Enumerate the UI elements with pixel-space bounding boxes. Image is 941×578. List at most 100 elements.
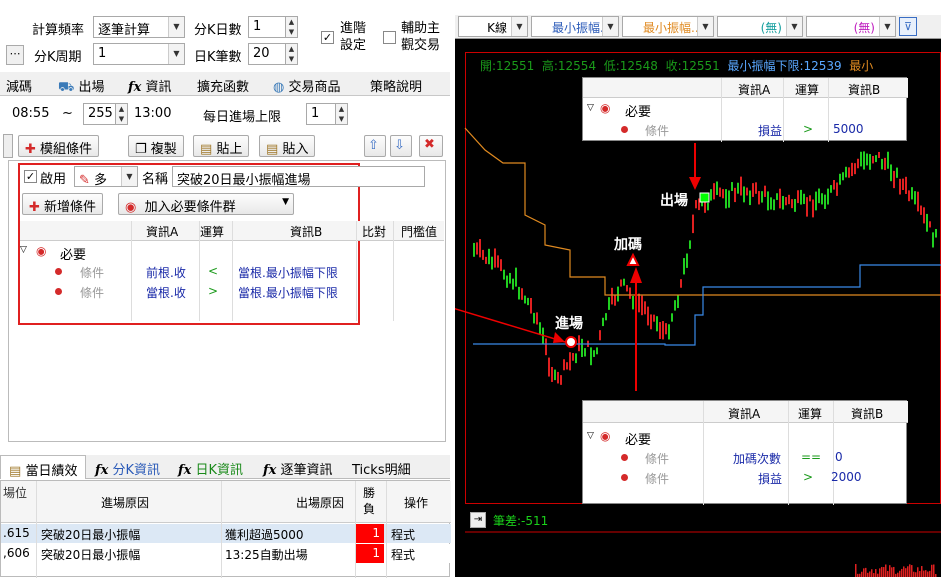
candle xyxy=(854,163,856,175)
direction-select[interactable]: ✎ 多 ▼ xyxy=(74,166,138,187)
col-op-header: 運算 xyxy=(795,83,820,97)
candle xyxy=(536,312,538,325)
candle xyxy=(815,191,817,211)
condition-dot-icon xyxy=(621,454,628,461)
collapse-icon[interactable]: ▽ xyxy=(20,245,27,255)
daily-limit-spinner[interactable]: 1 ▲ ▼ xyxy=(306,103,348,125)
spinner-arrows-icon[interactable]: ▲ ▼ xyxy=(285,44,297,64)
name-input[interactable]: 突破20日最小振幅進場 xyxy=(172,166,425,187)
time-tilde: ~ xyxy=(62,106,73,121)
collapse-icon[interactable]: ▽ xyxy=(587,431,594,441)
spinner-arrows-icon[interactable]: ▲ ▼ xyxy=(285,17,297,37)
spinner-arrows-icon[interactable]: ▲ ▼ xyxy=(115,104,127,124)
k-period-select[interactable]: 1 ▼ xyxy=(93,43,185,65)
candle xyxy=(851,162,853,177)
candle xyxy=(545,338,547,356)
volume-bar xyxy=(923,570,925,577)
advanced-checkbox[interactable]: ✓ xyxy=(321,31,334,44)
candle xyxy=(896,167,898,178)
fx-icon: fx xyxy=(178,463,192,478)
day-k-count-spinner[interactable]: 20 ▲ ▼ xyxy=(248,43,298,65)
time-end: 13:00 xyxy=(134,106,172,121)
add-required-group-button[interactable]: ◉ 加入必要條件群 ▼ xyxy=(118,193,294,215)
col-b-header: 資訊B xyxy=(851,407,884,421)
candle xyxy=(800,189,802,205)
candle xyxy=(728,190,730,208)
move-down-button[interactable]: ⇩ xyxy=(390,135,412,157)
candle xyxy=(893,170,895,189)
delete-button[interactable]: ✖ xyxy=(419,135,443,157)
candle xyxy=(533,312,535,324)
add-cond-button[interactable]: ✚ 新增條件 xyxy=(22,193,104,215)
candle xyxy=(506,275,508,288)
add-label: 加碼 xyxy=(614,237,642,253)
collapse-icon[interactable]: ▽ xyxy=(587,103,594,113)
candle xyxy=(902,178,904,190)
candle xyxy=(497,255,499,268)
table-row[interactable]: ,606 突破20日最小振幅 13:25自動出場 1 程式 xyxy=(1,544,451,563)
volume-bar xyxy=(899,570,901,577)
volume-bar xyxy=(879,568,881,577)
tab-strategy-desc[interactable]: 策略說明 xyxy=(370,76,422,95)
candle xyxy=(830,185,832,193)
day-k-count-label: 日K筆數 xyxy=(194,50,242,65)
collapse-handle[interactable] xyxy=(3,134,13,158)
copy-button[interactable]: ❐ 複製 xyxy=(128,135,184,157)
more-button[interactable]: ⋯ xyxy=(6,45,24,65)
move-up-button[interactable]: ⇧ xyxy=(364,135,386,157)
plus-icon: ✚ xyxy=(29,200,40,215)
paste-button[interactable]: ▤ 貼上 xyxy=(193,135,250,157)
candle xyxy=(872,155,874,164)
tab-exit[interactable]: ⛟ 出場 xyxy=(58,76,105,97)
candle xyxy=(710,189,712,201)
candle xyxy=(761,191,763,203)
connector-arrow xyxy=(455,307,566,343)
volume-bar xyxy=(885,564,887,577)
enable-checkbox[interactable]: ✓ xyxy=(24,170,37,183)
min-k-days-spinner[interactable]: 1 ▲ ▼ xyxy=(248,16,298,38)
tab-info[interactable]: fx 資訊 xyxy=(128,76,172,95)
candle xyxy=(473,242,475,257)
tab-daily-perf[interactable]: ▤ 當日績效 xyxy=(0,455,87,479)
candle xyxy=(671,313,673,322)
arrowhead-icon xyxy=(630,267,642,283)
tab-day-k-info[interactable]: fx 日K資訊 xyxy=(178,459,243,478)
tab-extend-func[interactable]: 擴充函數 xyxy=(197,76,249,95)
time-end-spinner[interactable]: 255 ▲ ▼ xyxy=(83,103,128,125)
candle xyxy=(578,335,580,352)
candle xyxy=(785,197,787,206)
candle xyxy=(881,158,883,170)
candle xyxy=(755,182,757,194)
candle xyxy=(773,199,775,211)
aux-label: 輔助主 觀交易 xyxy=(401,21,441,53)
calc-freq-select[interactable]: 逐筆計算 ▼ xyxy=(93,16,185,38)
table-row[interactable]: .615 突破20日最小振幅 獲利超過5000 1 程式 xyxy=(1,524,451,543)
entry-label: 進場 xyxy=(555,316,583,332)
candle xyxy=(725,189,727,209)
volume-bar xyxy=(869,571,871,577)
candle xyxy=(689,240,691,249)
candle xyxy=(638,293,640,313)
tab-reduce[interactable]: 減碼 xyxy=(6,76,32,95)
tab-product[interactable]: ◍ 交易商品 xyxy=(273,76,341,95)
tab-ticks-detail[interactable]: Ticks明細 xyxy=(352,459,411,478)
tab-min-k-info[interactable]: fx 分K資訊 xyxy=(95,459,160,478)
arrow-up-icon: ⇧ xyxy=(368,138,379,153)
col-a-header: 資訊A xyxy=(738,83,771,97)
tab-tick-info[interactable]: fx 逐筆資訊 xyxy=(263,459,333,478)
expand-icon[interactable]: ⇥ xyxy=(470,512,486,528)
chevron-down-icon: ▼ xyxy=(121,167,137,186)
candle xyxy=(674,300,676,311)
import-button[interactable]: ▤ 貼入 xyxy=(259,135,316,157)
candle xyxy=(878,151,880,158)
candle xyxy=(518,286,520,300)
clipboard-icon: ▤ xyxy=(266,142,279,157)
candle xyxy=(494,248,496,268)
spinner-arrows-icon[interactable]: ▲ ▼ xyxy=(335,104,347,124)
group-icon: ◉ xyxy=(600,429,611,443)
aux-checkbox[interactable] xyxy=(383,31,396,44)
candle xyxy=(668,324,670,340)
candle xyxy=(743,186,745,203)
volume-bar xyxy=(931,564,933,577)
module-cond-button[interactable]: ✚ 模組條件 xyxy=(18,135,100,157)
